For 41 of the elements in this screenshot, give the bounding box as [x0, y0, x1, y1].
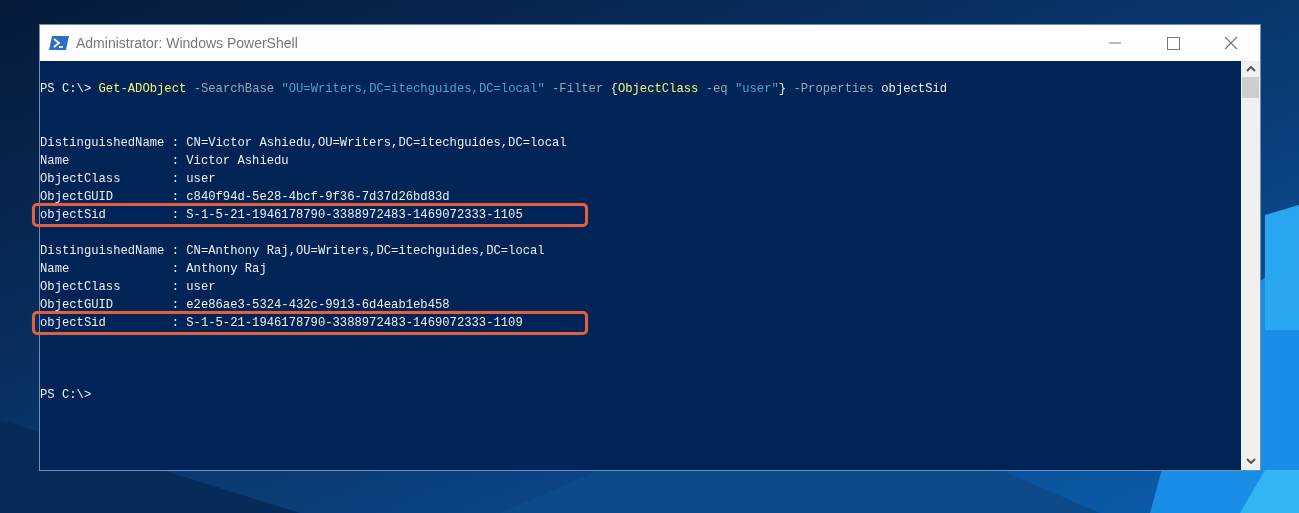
- scrollbar[interactable]: [1241, 61, 1260, 470]
- property-name: DistinguishedName: [40, 135, 166, 152]
- scroll-down-icon: [1245, 458, 1256, 464]
- property-name: objectSid: [40, 207, 107, 224]
- separator: :: [171, 315, 179, 332]
- property-value: CN=Victor Ashiedu,OU=Writers,DC=itechguides,DC=local: [186, 135, 567, 152]
- separator: :: [171, 261, 179, 278]
- property-name: ObjectClass: [40, 279, 122, 296]
- scroll-thumb[interactable]: [1242, 77, 1259, 98]
- property-value: S-1-5-21-1946178790-3388972483-1469072333-1109: [186, 315, 523, 332]
- property-value: S-1-5-21-1946178790-3388972483-1469072333-1105: [186, 207, 523, 224]
- separator: :: [171, 189, 179, 206]
- property-value: Victor Ashiedu: [186, 153, 289, 170]
- property-name: ObjectGUID: [40, 297, 115, 314]
- property-name: Name: [40, 153, 71, 170]
- separator: :: [171, 153, 179, 170]
- property-value: e2e86ae3-5324-432c-9913-6d4eab1eb458: [186, 297, 450, 314]
- property-name: DistinguishedName: [40, 243, 166, 260]
- property-value: user: [186, 171, 216, 188]
- scroll-up-icon: [1245, 66, 1256, 72]
- separator: :: [171, 207, 179, 224]
- property-name: Name: [40, 261, 71, 278]
- command-line: PS C:\> Get-ADObject -SearchBase "OU=Writers,DC=itechguides,DC=local" -Filter {ObjectClass -eq "user"} -Properties objectSid: [40, 81, 949, 98]
- property-name: objectSid: [40, 315, 107, 332]
- window-title: Administrator: Windows PowerShell: [76, 33, 298, 53]
- separator: :: [171, 297, 179, 314]
- prompt-line: PS C:\>: [40, 387, 93, 404]
- separator: :: [171, 279, 179, 296]
- property-value: user: [186, 279, 216, 296]
- separator: :: [171, 171, 179, 188]
- maximize-icon: [1166, 36, 1180, 50]
- property-value: Anthony Raj: [186, 261, 267, 278]
- property-value: CN=Anthony Raj,OU=Writers,DC=itechguides,DC=local: [186, 243, 545, 260]
- powershell-icon: [49, 35, 69, 51]
- property-name: ObjectClass: [40, 171, 122, 188]
- separator: :: [171, 243, 179, 260]
- property-value: c840f94d-5e28-4bcf-9f36-7d37d26bd83d: [186, 189, 450, 206]
- minimize-icon: [1109, 42, 1121, 44]
- close-icon: [1224, 36, 1238, 50]
- separator: :: [171, 135, 179, 152]
- property-name: ObjectGUID: [40, 189, 115, 206]
